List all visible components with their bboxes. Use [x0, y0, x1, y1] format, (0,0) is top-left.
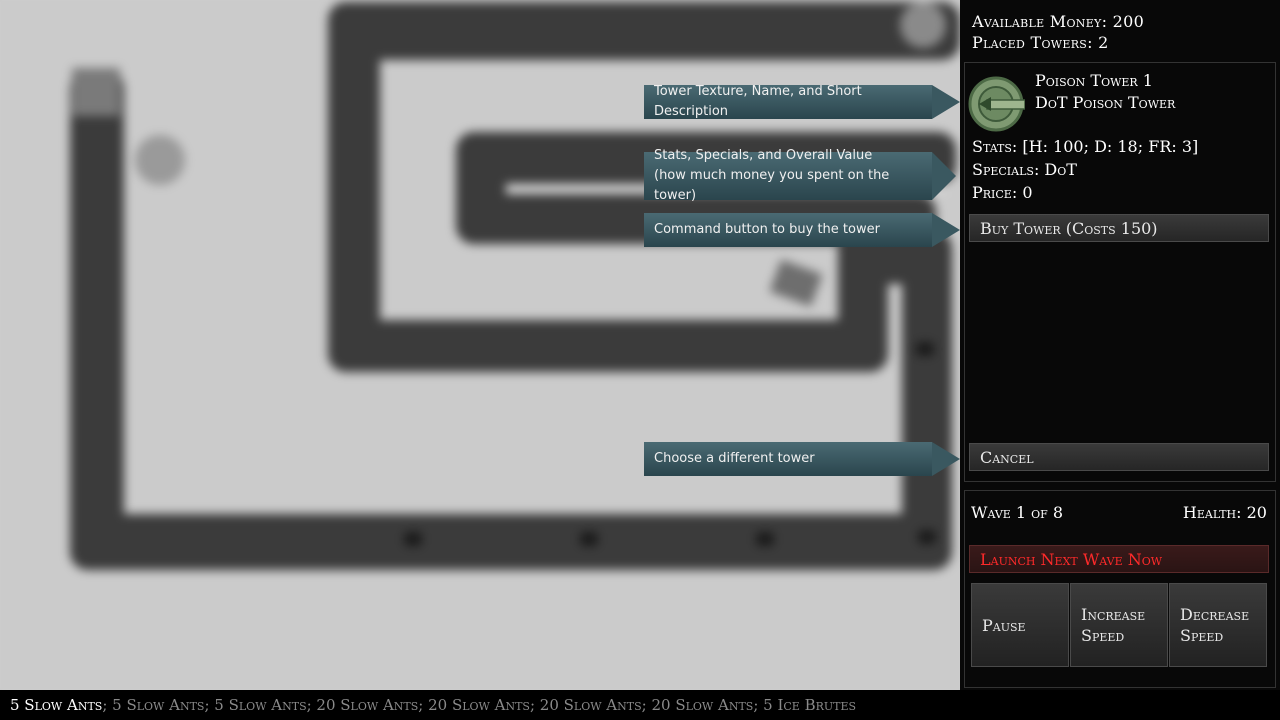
- decrease-label-1: Decrease: [1180, 605, 1250, 624]
- pause-label: Pause: [982, 615, 1026, 635]
- increase-label-2: Speed: [1081, 626, 1125, 645]
- callout-stats-text: Stats, Specials, and Overall Value: [654, 148, 873, 163]
- wave-counter: Wave 1 of 8: [971, 503, 1064, 522]
- placed-towers: Placed Towers: 2: [972, 33, 1109, 52]
- tower-price: Price: 0: [972, 183, 1033, 202]
- callout-tower-texture: Tower Texture, Name, and Short Descripti…: [644, 84, 960, 119]
- pause-button[interactable]: Pause: [971, 583, 1069, 667]
- wave-queue: 5 Slow Ants ; 5 Slow Ants; 5 Slow Ants; …: [0, 690, 1280, 720]
- tower-description: DoT Poison Tower: [1035, 93, 1176, 112]
- callout-stats-subtext: (how much money you spent on the tower): [654, 168, 890, 203]
- callout-cancel-text: Choose a different tower: [654, 451, 815, 466]
- decrease-speed-button[interactable]: Decrease Speed: [1169, 583, 1267, 667]
- callout-stats: Stats, Specials, and Overall Value (how …: [644, 148, 956, 203]
- wave-control-box: Wave 1 of 8 Health: 20 Launch Next Wave …: [964, 490, 1276, 688]
- launch-next-wave-button[interactable]: Launch Next Wave Now: [969, 545, 1269, 573]
- tower-stats: Stats: [H: 100; D: 18; FR: 3]: [972, 137, 1199, 156]
- cancel-button[interactable]: Cancel: [969, 443, 1269, 471]
- game-board[interactable]: Tower Texture, Name, and Short Descripti…: [0, 0, 960, 690]
- increase-label-1: Increase: [1081, 605, 1146, 624]
- buy-tower-button[interactable]: Buy Tower (Costs 150): [969, 214, 1269, 242]
- callout-buy: Command button to buy the tower: [644, 213, 960, 247]
- health-counter: Health: 20: [1182, 503, 1267, 522]
- decrease-label-2: Speed: [1180, 626, 1224, 645]
- tower-name: Poison Tower 1: [1035, 71, 1153, 90]
- side-panel: Available Money: 200 Placed Towers: 2 Po…: [960, 0, 1280, 690]
- increase-speed-button[interactable]: Increase Speed: [1070, 583, 1168, 667]
- available-money: Available Money: 200: [972, 12, 1145, 31]
- tower-info-box: Poison Tower 1 DoT Poison Tower Stats: […: [964, 62, 1276, 482]
- upcoming-waves: ; 5 Slow Ants; 5 Slow Ants; 20 Slow Ants…: [102, 696, 857, 714]
- callout-buy-text: Command button to buy the tower: [654, 222, 880, 237]
- tower-specials: Specials: DoT: [972, 160, 1077, 179]
- poison-tower-icon: [968, 76, 1025, 132]
- callout-texture-text: Tower Texture, Name, and Short Descripti…: [654, 84, 862, 119]
- callout-cancel: Choose a different tower: [644, 442, 960, 476]
- current-wave: 5 Slow Ants: [10, 696, 103, 714]
